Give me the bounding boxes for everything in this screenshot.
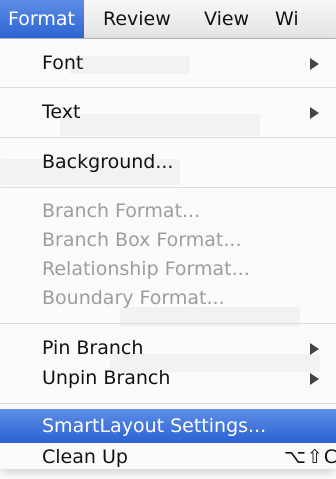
submenu-arrow-icon: [310, 58, 319, 70]
submenu-arrow-icon: [310, 343, 319, 355]
menu-item-label: Boundary Format...: [42, 287, 225, 309]
menu-item-font[interactable]: Font: [0, 46, 336, 80]
menu-item-label: Clean Up: [42, 446, 128, 468]
submenu-arrow-icon: [310, 107, 319, 119]
menu-item-background[interactable]: Background...: [0, 145, 336, 179]
menubar-window[interactable]: Wi: [275, 0, 299, 38]
menubar-view[interactable]: View: [204, 0, 249, 38]
menu-item-clean-up[interactable]: Clean Up ⌥⇧C: [0, 440, 336, 469]
menu-item-label: Unpin Branch: [42, 367, 171, 389]
menu-item-label: Background...: [42, 151, 174, 173]
menu-item-label: Pin Branch: [42, 337, 144, 359]
keyboard-shortcut: ⌥⇧C: [284, 446, 336, 468]
menu-item-boundary-format: Boundary Format...: [0, 281, 336, 315]
menu-separator: [0, 187, 336, 188]
menu-separator: [0, 137, 336, 138]
menu-separator: [0, 323, 336, 324]
menu-item-label: Font: [42, 52, 84, 74]
menu-item-unpin-branch[interactable]: Unpin Branch: [0, 361, 336, 395]
menu-item-label: Text: [42, 101, 81, 123]
menu-item-smartlayout-settings[interactable]: SmartLayout Settings...: [0, 409, 336, 443]
menu-separator: [0, 403, 336, 404]
menu-bar: Format Review View Wi: [0, 0, 336, 39]
menubar-format[interactable]: Format: [0, 0, 84, 38]
format-menu: Font Text Background... Branch Format...…: [0, 39, 336, 469]
menubar-review[interactable]: Review: [103, 0, 171, 38]
submenu-arrow-icon: [310, 373, 319, 385]
menu-item-text[interactable]: Text: [0, 95, 336, 129]
menu-item-pin-branch[interactable]: Pin Branch: [0, 331, 336, 365]
menu-item-label: SmartLayout Settings...: [42, 415, 267, 437]
screen: Format Review View Wi Font Text Backgrou…: [0, 0, 336, 479]
menu-separator: [0, 87, 336, 88]
